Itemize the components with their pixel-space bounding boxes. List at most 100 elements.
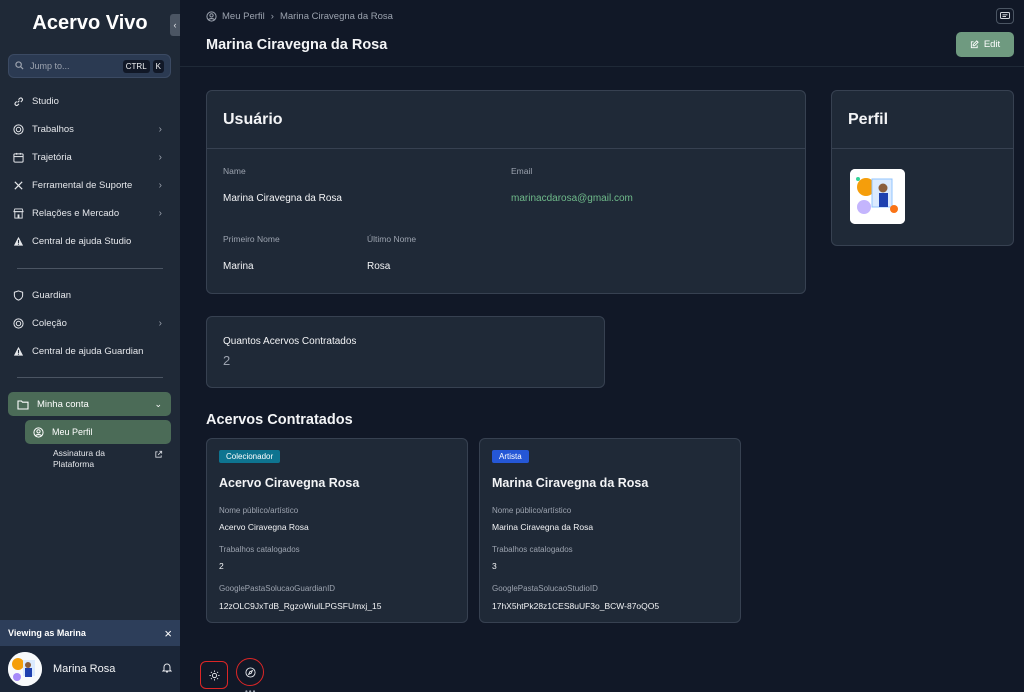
kbd-k: K [152,59,164,73]
pasta-id-label: GooglePastaSolucaoGuardianID [219,584,336,593]
acervos-section-title: Acervos Contratados [206,412,353,428]
folder-icon [17,399,29,410]
viewing-as-banner: Viewing as Marina × [0,620,180,646]
search-placeholder: Jump to... [30,61,70,71]
email-link[interactable]: marinacdarosa@gmail.com [511,193,633,204]
sidebar: Acervo Vivo ‹ Jump to... CTRL K Studio T… [0,0,180,692]
main-content: Meu Perfil › Marina Ciravegna da Rosa Ma… [180,0,1024,692]
target-icon [12,123,24,135]
acervo-card[interactable]: Colecionador Acervo Ciravegna Rosa Nome … [206,438,468,623]
user-name: Marina Rosa [53,663,116,675]
avatar [8,652,42,686]
warning-icon [12,235,24,247]
sidebar-divider [17,377,163,378]
pasta-id-value: 17hX5htPk28z1CES8uUF3o_BCW-87oQO5 [492,601,660,611]
search-icon [15,57,24,75]
chevron-right-icon: › [158,123,162,135]
close-icon[interactable]: × [164,626,172,641]
sidebar-item-label: Central de ajuda Studio [32,235,132,247]
first-name-label: Primeiro Nome [223,234,280,244]
nome-publico-label: Nome público/artístico [492,506,572,515]
sidebar-item-ajuda-guardian[interactable]: Central de ajuda Guardian [12,340,162,362]
sidebar-item-trabalhos[interactable]: Trabalhos › [12,118,162,140]
sidebar-item-minha-conta[interactable]: Minha conta ⌄ [8,392,171,416]
trabalhos-label: Trabalhos catalogados [492,545,573,554]
trabalhos-label: Trabalhos catalogados [219,545,300,554]
sidebar-item-relacoes[interactable]: Relações e Mercado › [12,202,162,224]
more-dots-icon: ••• [245,687,257,692]
chevron-down-icon: ⌄ [154,398,162,409]
edit-button[interactable]: Edit [956,32,1014,57]
name-label: Name [223,166,246,176]
sidebar-item-label: Meu Perfil [52,427,93,437]
sidebar-item-label: Trajetória [32,151,72,163]
acervo-title: Acervo Ciravegna Rosa [219,476,360,490]
edit-icon [970,40,979,49]
sidebar-item-label: Studio [32,95,59,107]
name-value: Marina Ciravegna da Rosa [223,193,342,204]
sidebar-item-ajuda-studio[interactable]: Central de ajuda Studio [12,230,162,252]
sidebar-item-label: Ferramental de Suporte [32,179,133,191]
sidebar-item-guardian[interactable]: Guardian [12,284,162,306]
sidebar-item-label: Minha conta [37,398,89,410]
calendar-icon [12,151,24,163]
sidebar-item-label: Guardian [32,289,72,301]
assinatura-line-2: Plataforma [53,459,95,469]
assinatura-line-1: Assinatura da [53,448,105,458]
chevron-right-icon: › [158,151,162,163]
user-menu[interactable]: Marina Rosa [0,646,180,692]
usuario-card: Usuário Name Marina Ciravegna da Rosa Em… [206,90,806,294]
kbd-ctrl: CTRL [122,59,150,73]
target-icon [12,317,24,329]
sidebar-item-label: Central de ajuda Guardian [32,345,144,357]
acervo-title: Marina Ciravegna da Rosa [492,476,649,490]
sidebar-divider [17,268,163,269]
role-badge: Colecionador [219,450,281,463]
store-icon [12,207,24,219]
acervos-count-label: Quantos Acervos Contratados [223,336,357,347]
sidebar-item-assinatura[interactable]: Assinatura da Plataforma [25,448,171,472]
email-label: Email [511,166,533,176]
first-name-value: Marina [223,261,254,272]
chevron-right-icon: › [158,179,162,191]
external-link-icon [154,450,163,462]
nome-publico-value: Acervo Ciravegna Rosa [219,522,309,532]
sun-icon [208,669,220,681]
bell-icon[interactable] [161,660,173,678]
edit-label: Edit [983,39,1001,50]
sidebar-item-colecao[interactable]: Coleção › [12,312,162,334]
feedback-button[interactable] [996,8,1014,24]
usuario-card-title: Usuário [207,91,805,149]
sidebar-item-label: Assinatura da Plataforma [53,448,154,470]
collapse-sidebar-button[interactable]: ‹ [170,14,180,36]
trabalhos-value: 2 [219,561,224,571]
sidebar-item-trajetoria[interactable]: Trajetória › [12,146,162,168]
sidebar-item-studio[interactable]: Studio [12,90,162,112]
last-name-value: Rosa [367,261,391,272]
last-name-label: Último Nome [367,234,417,244]
sidebar-item-ferramental[interactable]: Ferramental de Suporte › [12,174,162,196]
viewing-as-label: Viewing as Marina [8,628,86,638]
assistant-button[interactable] [236,658,264,686]
jump-to-search[interactable]: Jump to... CTRL K [8,54,171,78]
breadcrumb: Meu Perfil › Marina Ciravegna da Rosa [206,11,393,22]
message-icon [1000,11,1010,21]
nome-publico-value: Marina Ciravegna da Rosa [492,522,594,532]
perfil-card-title: Perfil [832,91,1013,149]
chevron-right-icon: › [158,207,162,219]
user-circle-icon [33,426,44,438]
acervos-count-card: Quantos Acervos Contratados 2 [206,316,605,388]
sidebar-item-label: Coleção [32,317,67,329]
breadcrumb-root[interactable]: Meu Perfil [222,11,265,22]
theme-toggle-button[interactable] [200,661,228,689]
trabalhos-value: 3 [492,561,497,571]
brand-logo: Acervo Vivo [32,12,148,34]
warning-icon [12,345,24,357]
nome-publico-label: Nome público/artístico [219,506,299,515]
sidebar-item-meu-perfil[interactable]: Meu Perfil [25,420,171,444]
acervo-card[interactable]: Artista Marina Ciravegna da Rosa Nome pú… [479,438,741,623]
profile-image[interactable] [850,169,905,224]
tools-icon [12,179,24,191]
page-title: Marina Ciravegna da Rosa [206,37,388,53]
page-header: Meu Perfil › Marina Ciravegna da Rosa Ma… [180,0,1024,67]
